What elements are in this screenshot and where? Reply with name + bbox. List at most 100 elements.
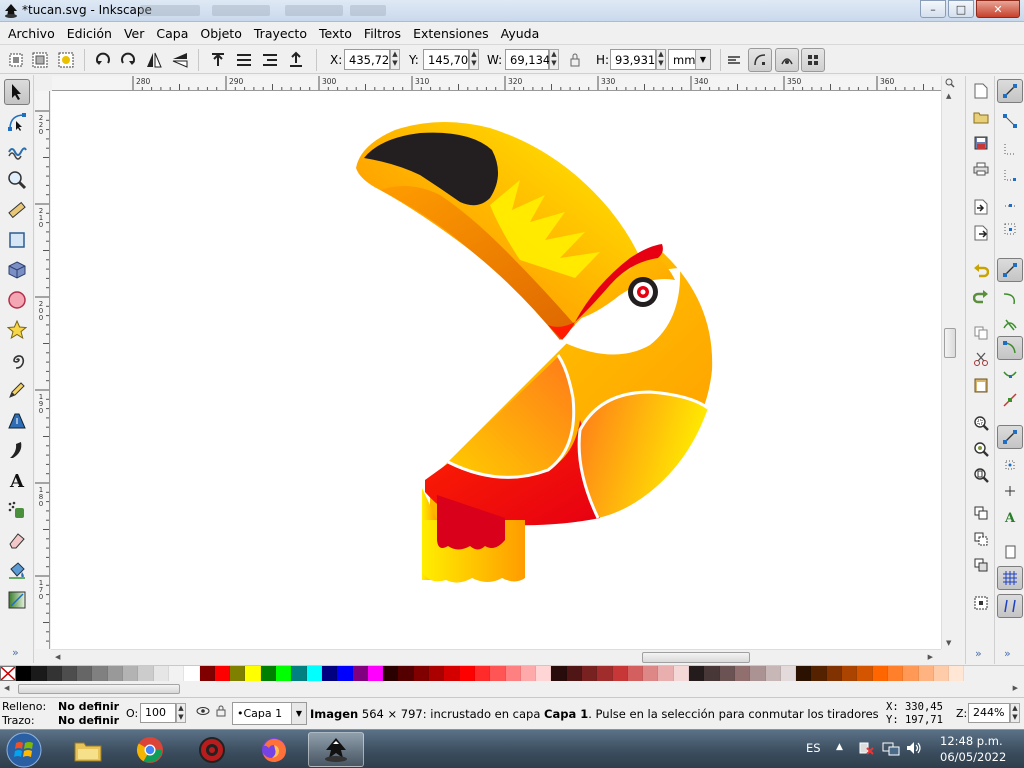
snap-enable-icon[interactable] bbox=[997, 79, 1023, 103]
opacity-spinner[interactable]: ▲ ▼ bbox=[176, 703, 186, 723]
snap-object-midpoints-icon[interactable] bbox=[997, 453, 1023, 477]
color-swatch[interactable] bbox=[658, 666, 674, 681]
color-swatch[interactable] bbox=[61, 666, 78, 681]
color-swatch[interactable] bbox=[16, 666, 32, 681]
h-field[interactable]: 93,931 bbox=[610, 49, 656, 70]
color-swatch[interactable] bbox=[92, 666, 108, 681]
color-swatch[interactable] bbox=[734, 666, 751, 681]
chrome-icon[interactable] bbox=[122, 732, 178, 767]
zoom-tool-icon[interactable] bbox=[4, 167, 30, 193]
w-spinner[interactable]: ▲ ▼ bbox=[549, 49, 559, 70]
zoom-spinner[interactable]: ▲ ▼ bbox=[1010, 703, 1020, 723]
new-document-icon[interactable] bbox=[970, 80, 992, 102]
layer-select[interactable]: •Capa 1 ▼ bbox=[232, 702, 307, 725]
menu-ayuda[interactable]: Ayuda bbox=[495, 26, 546, 41]
x-field[interactable]: 435,721 bbox=[344, 49, 397, 70]
selector-tool-icon[interactable] bbox=[4, 79, 30, 105]
w-field[interactable]: 69,134 bbox=[505, 49, 550, 70]
scroll-down-icon[interactable]: ▼ bbox=[946, 639, 951, 647]
clone-icon[interactable] bbox=[970, 528, 992, 550]
color-swatch[interactable] bbox=[551, 666, 567, 681]
color-swatch[interactable] bbox=[903, 666, 919, 681]
select-all-layers-icon[interactable] bbox=[30, 50, 50, 70]
color-swatch[interactable] bbox=[581, 666, 598, 681]
snap-bbox-midpoints-icon[interactable] bbox=[997, 189, 1023, 213]
menu-texto[interactable]: Texto bbox=[313, 26, 358, 41]
color-swatch[interactable] bbox=[719, 666, 735, 681]
spiral-tool-icon[interactable] bbox=[4, 347, 30, 373]
snap-bbox-edges-icon[interactable] bbox=[997, 137, 1023, 161]
lock-icon[interactable] bbox=[216, 705, 226, 720]
y-spinner[interactable]: ▲ ▼ bbox=[469, 49, 479, 70]
color-swatch[interactable] bbox=[566, 666, 582, 681]
close-button[interactable]: ✕ bbox=[976, 0, 1020, 18]
y-field[interactable]: 145,706 bbox=[423, 49, 476, 70]
minimize-button[interactable]: – bbox=[920, 0, 946, 18]
color-swatch[interactable] bbox=[918, 666, 934, 681]
scale-corners-toggle[interactable] bbox=[748, 48, 772, 72]
paste-icon[interactable] bbox=[970, 374, 992, 396]
open-folder-icon[interactable] bbox=[970, 106, 992, 128]
zoom-fit-icon[interactable] bbox=[945, 78, 955, 88]
color-swatch[interactable] bbox=[857, 666, 873, 681]
ellipse-tool-icon[interactable] bbox=[4, 287, 30, 313]
clock-date[interactable]: 06/05/2022 bbox=[940, 750, 1006, 764]
color-swatch[interactable] bbox=[383, 666, 399, 681]
flip-vertical-icon[interactable] bbox=[170, 50, 190, 70]
color-swatch[interactable] bbox=[780, 666, 797, 681]
lower-icon[interactable] bbox=[260, 50, 280, 70]
color-swatch[interactable] bbox=[306, 666, 322, 681]
color-swatch[interactable] bbox=[887, 666, 904, 681]
menu-extensiones[interactable]: Extensiones bbox=[407, 26, 495, 41]
shield-app-icon[interactable] bbox=[184, 732, 240, 767]
maximize-button[interactable]: □ bbox=[948, 0, 974, 18]
language-indicator[interactable]: ES bbox=[806, 741, 821, 755]
color-swatch[interactable] bbox=[168, 666, 185, 681]
snap-grids-icon[interactable] bbox=[997, 566, 1023, 590]
color-swatch[interactable] bbox=[245, 666, 261, 681]
color-swatch[interactable] bbox=[138, 666, 154, 681]
top-ruler[interactable]: 280 290 300 310 320 330 340 350 360 bbox=[52, 76, 941, 91]
menu-filtros[interactable]: Filtros bbox=[358, 26, 407, 41]
paint-bucket-tool-icon[interactable] bbox=[4, 557, 30, 583]
deselect-icon[interactable] bbox=[56, 50, 76, 70]
horizontal-scroll-thumb[interactable] bbox=[642, 652, 750, 663]
duplicate-icon[interactable] bbox=[970, 502, 992, 524]
network-icon[interactable] bbox=[882, 740, 900, 759]
menu-trayecto[interactable]: Trayecto bbox=[248, 26, 313, 41]
left-ruler[interactable]: 220 210 200 190 180 170 bbox=[35, 91, 50, 649]
opacity-field[interactable]: 100 bbox=[140, 703, 176, 723]
menu-edicion[interactable]: Edición bbox=[61, 26, 118, 41]
color-swatch[interactable] bbox=[796, 666, 812, 681]
color-swatch[interactable] bbox=[123, 666, 139, 681]
color-swatch[interactable] bbox=[337, 666, 353, 681]
tweak-tool-icon[interactable] bbox=[4, 137, 30, 163]
menu-capa[interactable]: Capa bbox=[150, 26, 194, 41]
rotate-cw-icon[interactable] bbox=[118, 50, 138, 70]
color-swatch[interactable] bbox=[184, 666, 200, 681]
menu-ver[interactable]: Ver bbox=[118, 26, 150, 41]
snap-bbox-icon[interactable] bbox=[997, 109, 1023, 133]
color-swatch[interactable] bbox=[260, 666, 277, 681]
no-paint-swatch[interactable] bbox=[0, 666, 16, 681]
color-swatch[interactable] bbox=[689, 666, 705, 681]
color-swatch[interactable] bbox=[826, 666, 843, 681]
color-swatch[interactable] bbox=[31, 666, 47, 681]
color-swatch[interactable] bbox=[765, 666, 781, 681]
color-swatch[interactable] bbox=[627, 666, 644, 681]
tray-expand-icon[interactable]: ▲ bbox=[836, 742, 843, 752]
redo-icon[interactable] bbox=[970, 286, 992, 308]
scroll-left-icon[interactable]: ◀ bbox=[55, 653, 60, 661]
color-swatch[interactable] bbox=[842, 666, 858, 681]
pen-tool-icon[interactable] bbox=[4, 407, 30, 433]
snap-nodes-icon[interactable] bbox=[997, 258, 1023, 282]
start-button[interactable] bbox=[4, 731, 48, 768]
fill-value[interactable]: No definir bbox=[58, 700, 119, 713]
zoom-page-icon[interactable] bbox=[970, 464, 992, 486]
transform-gradients-toggle[interactable] bbox=[775, 48, 799, 72]
color-swatch[interactable] bbox=[429, 666, 445, 681]
action-center-icon[interactable] bbox=[858, 740, 874, 759]
snap-guides-icon[interactable] bbox=[997, 594, 1023, 618]
scroll-right-icon[interactable]: ▶ bbox=[1013, 684, 1018, 692]
document-properties-icon[interactable] bbox=[970, 592, 992, 614]
